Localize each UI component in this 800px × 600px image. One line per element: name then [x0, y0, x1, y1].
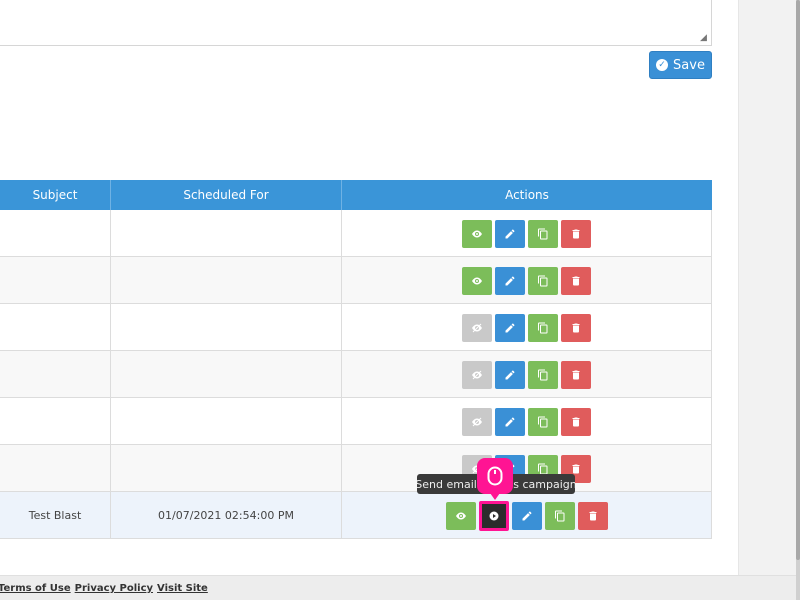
mouse-cursor-indicator — [477, 458, 513, 500]
trash-icon — [572, 370, 580, 379]
cell-actions — [342, 492, 712, 539]
save-button[interactable]: ✓ Save — [649, 51, 712, 79]
edit-button[interactable] — [495, 407, 525, 436]
preview-disabled-button[interactable] — [462, 407, 492, 436]
pencil-icon — [505, 275, 515, 285]
copy-button[interactable] — [528, 360, 558, 389]
trash-icon — [572, 276, 580, 285]
copy-icon — [538, 369, 548, 380]
trash-icon — [572, 464, 580, 473]
table-row — [0, 304, 712, 351]
copy-button[interactable] — [528, 313, 558, 342]
copy-icon — [538, 275, 548, 286]
trash-icon — [572, 229, 580, 238]
copy-icon — [538, 416, 548, 427]
header-scheduled-for[interactable]: Scheduled For — [111, 180, 342, 210]
delete-button[interactable] — [561, 360, 591, 389]
header-actions: Actions — [505, 188, 549, 202]
play-circle-icon — [489, 511, 498, 520]
save-label: Save — [673, 57, 705, 73]
pencil-icon — [522, 510, 531, 520]
eye-slash-icon — [472, 323, 482, 332]
delete-button[interactable] — [561, 266, 591, 295]
preview-disabled-button[interactable] — [462, 360, 492, 389]
cell-subject — [0, 304, 111, 351]
edit-button[interactable] — [495, 219, 525, 248]
preview-button[interactable] — [462, 266, 492, 295]
eye-icon — [472, 277, 482, 284]
eye-slash-icon — [472, 417, 482, 426]
copy-icon — [538, 463, 548, 474]
pencil-icon — [505, 228, 515, 238]
footer-links: Terms of Use Privacy Policy Visit Site — [0, 576, 208, 600]
right-gutter — [738, 0, 796, 575]
trash-icon — [589, 511, 596, 520]
cell-subject — [0, 445, 111, 492]
cell-actions — [342, 210, 712, 257]
edit-button[interactable] — [495, 360, 525, 389]
delete-button[interactable] — [561, 219, 591, 248]
delete-button[interactable] — [577, 501, 608, 530]
delete-button[interactable] — [561, 313, 591, 342]
preview-button[interactable] — [462, 219, 492, 248]
copy-icon — [538, 228, 548, 239]
copy-icon — [538, 322, 548, 333]
cell-scheduled — [111, 257, 342, 304]
cell-subject — [0, 398, 111, 445]
cell-actions — [342, 257, 712, 304]
delete-button[interactable] — [561, 407, 591, 436]
cell-scheduled — [111, 445, 342, 492]
cell-subject: Test Blast — [0, 492, 111, 539]
privacy-link[interactable]: Privacy Policy — [75, 583, 153, 594]
scrollbar-thumb[interactable] — [796, 0, 800, 560]
trash-icon — [572, 417, 580, 426]
cell-subject — [0, 351, 111, 398]
eye-icon — [455, 512, 466, 519]
header-subject[interactable]: Subject — [0, 180, 111, 210]
cell-subject — [0, 257, 111, 304]
table-row — [0, 445, 712, 492]
copy-button[interactable] — [528, 219, 558, 248]
send-email-button[interactable] — [478, 500, 509, 531]
check-circle-icon: ✓ — [656, 59, 669, 71]
preview-disabled-button[interactable] — [462, 313, 492, 342]
copy-icon — [554, 510, 564, 521]
pencil-icon — [505, 322, 515, 332]
cell-scheduled — [111, 351, 342, 398]
cell-scheduled — [111, 398, 342, 445]
eye-slash-icon — [472, 370, 482, 379]
table-header: Subject Scheduled For Actions — [0, 180, 712, 210]
cell-actions — [342, 351, 712, 398]
copy-button[interactable] — [528, 407, 558, 436]
table-row — [0, 257, 712, 304]
cell-scheduled: 01/07/2021 02:54:00 PM — [111, 492, 342, 539]
eye-icon — [472, 230, 482, 237]
pencil-icon — [505, 369, 515, 379]
table-row — [0, 398, 712, 445]
terms-link[interactable]: Terms of Use — [0, 583, 71, 594]
cell-actions — [342, 398, 712, 445]
table-row: Test Blast 01/07/2021 02:54:00 PM — [0, 492, 712, 539]
preview-button[interactable] — [445, 501, 476, 530]
mouse-icon — [487, 466, 503, 486]
footer: Terms of Use Privacy Policy Visit Site — [0, 575, 796, 600]
cell-scheduled — [111, 210, 342, 257]
copy-button[interactable] — [544, 501, 575, 530]
copy-button[interactable] — [528, 266, 558, 295]
cell-actions — [342, 304, 712, 351]
cell-subject — [0, 210, 111, 257]
table-row — [0, 210, 712, 257]
campaign-textarea[interactable] — [0, 0, 712, 46]
edit-button[interactable] — [511, 501, 542, 530]
edit-button[interactable] — [495, 266, 525, 295]
table-row — [0, 351, 712, 398]
cell-scheduled — [111, 304, 342, 351]
trash-icon — [572, 323, 580, 332]
edit-button[interactable] — [495, 313, 525, 342]
visit-site-link[interactable]: Visit Site — [157, 583, 208, 594]
pencil-icon — [505, 416, 515, 426]
